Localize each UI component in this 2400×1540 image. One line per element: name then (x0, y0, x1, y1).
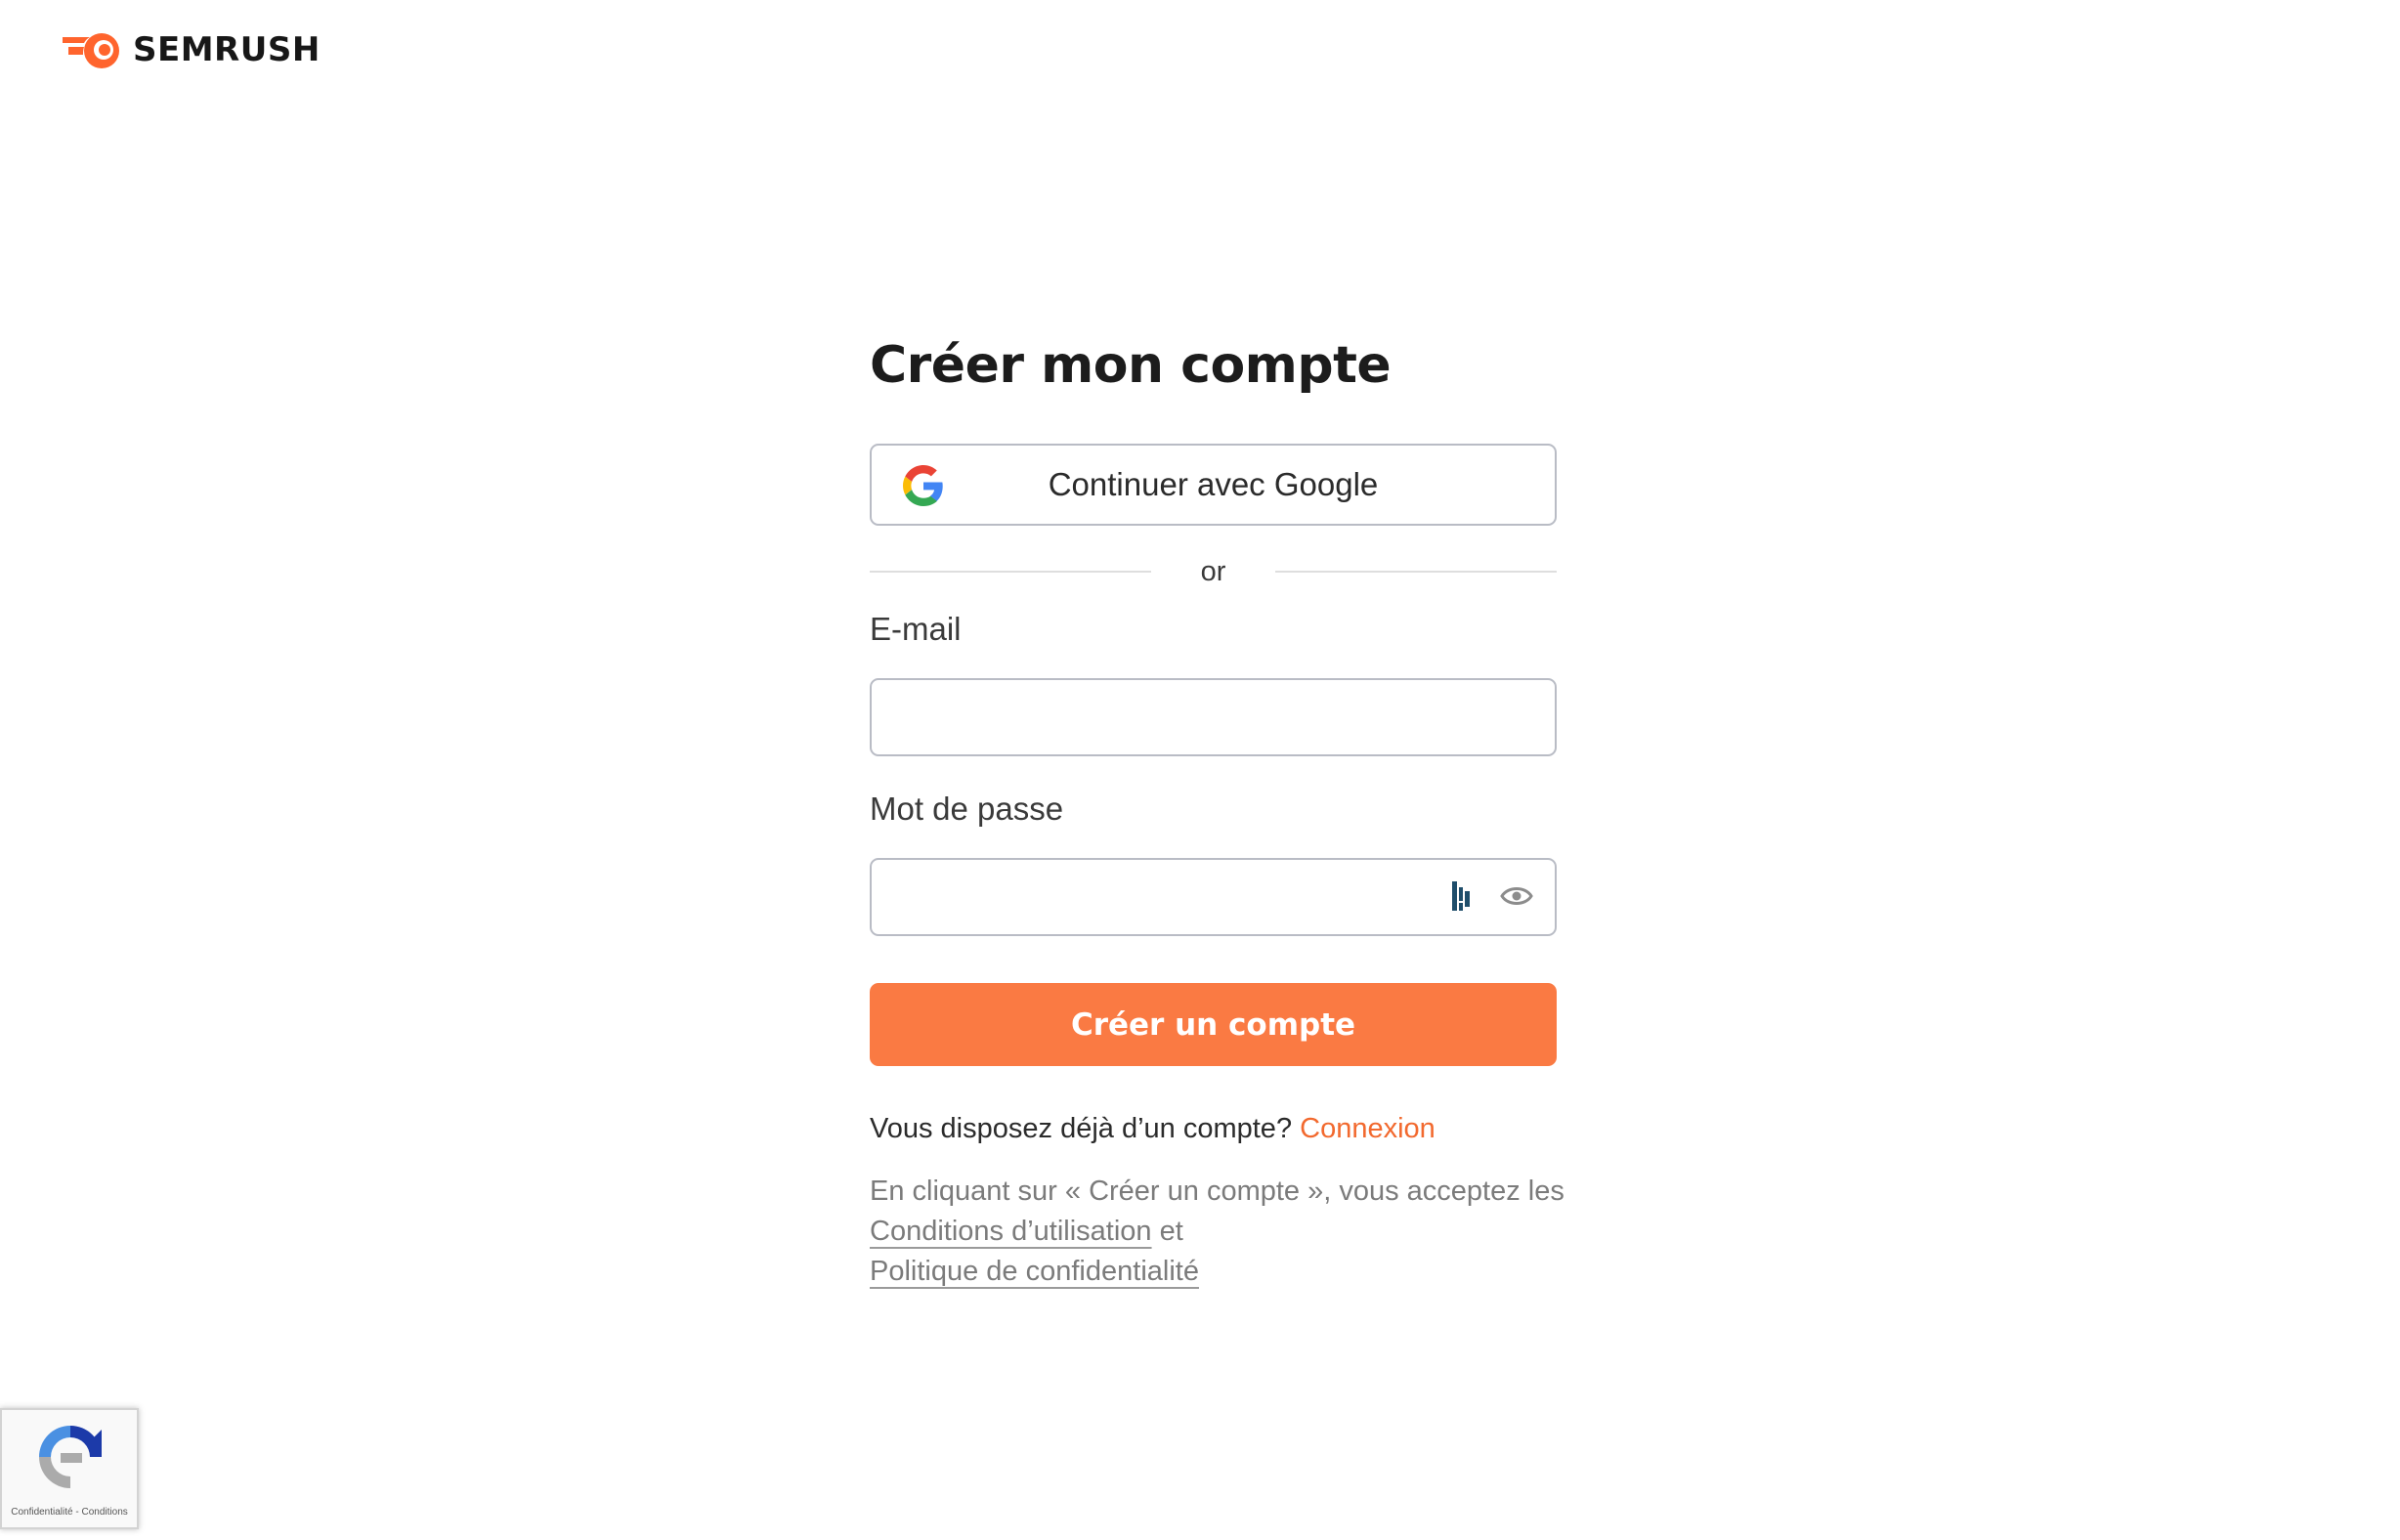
legal-conjunction: et (1159, 1216, 1183, 1247)
terms-link[interactable]: Conditions d’utilisation (870, 1216, 1152, 1247)
password-input[interactable] (872, 860, 1458, 934)
legal-notice: En cliquant sur « Créer un compte », vou… (870, 1172, 1573, 1292)
google-signin-button[interactable]: Continuer avec Google (870, 444, 1557, 526)
email-label: E-mail (870, 611, 962, 647)
recaptcha-separator: - (75, 1507, 79, 1518)
password-label: Mot de passe (870, 791, 1064, 827)
privacy-policy-link[interactable]: Politique de confidentialité (870, 1256, 1199, 1287)
divider-line-left (870, 571, 1151, 573)
eye-icon[interactable] (1500, 884, 1533, 908)
page-title: Créer mon compte (870, 336, 1392, 395)
semrush-logo[interactable]: SEMRUSH (61, 27, 321, 72)
or-divider: or (870, 547, 1557, 596)
email-field-wrapper (870, 678, 1557, 756)
login-link[interactable]: Connexion (1300, 1113, 1436, 1144)
password-field-wrapper (870, 858, 1557, 936)
signup-page: SEMRUSH Créer mon compte Continuer avec … (0, 0, 2400, 1540)
legal-prefix-text: En cliquant sur « Créer un compte », vou… (870, 1176, 1564, 1207)
brand-name: SEMRUSH (133, 30, 321, 69)
password-icons (1451, 879, 1533, 913)
recaptcha-links: Confidentialité - Conditions (2, 1507, 137, 1518)
semrush-flame-icon (63, 33, 119, 68)
password-manager-icon[interactable] (1451, 879, 1471, 913)
divider-line-right (1274, 571, 1557, 573)
has-account-text: Vous disposez déjà d’un compte? (870, 1113, 1293, 1144)
recaptcha-badge[interactable]: Confidentialité - Conditions (0, 1408, 139, 1529)
recaptcha-privacy-link[interactable]: Confidentialité (11, 1507, 72, 1518)
google-button-label: Continuer avec Google (1048, 466, 1379, 502)
signup-form: Créer mon compte Continuer avec Google o… (870, 322, 1564, 1292)
create-account-button[interactable]: Créer un compte (870, 983, 1557, 1066)
recaptcha-icon (39, 1426, 102, 1488)
email-input[interactable] (872, 680, 1458, 754)
recaptcha-terms-link[interactable]: Conditions (82, 1507, 128, 1518)
divider-text: or (1200, 555, 1226, 587)
google-g-icon (903, 465, 943, 506)
login-prompt: Vous disposez déjà d’un compte? Connexio… (870, 1109, 1557, 1148)
